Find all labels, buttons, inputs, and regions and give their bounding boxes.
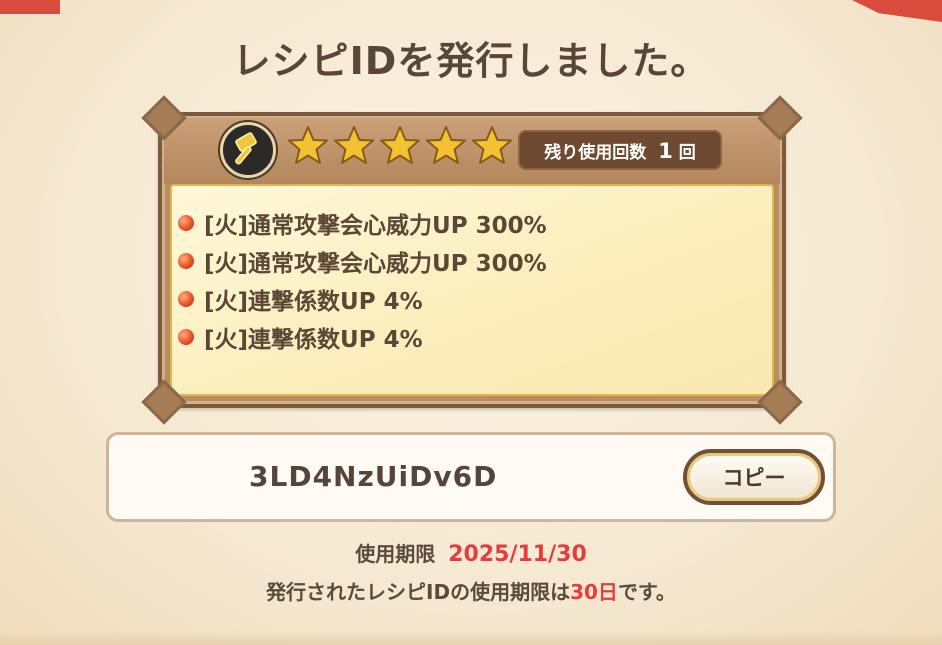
star-icon (380, 126, 420, 164)
star-icon (426, 126, 466, 164)
recipe-id-code: 3LD4NzUiDv6D (249, 460, 498, 493)
expiry-note-suffix: です。 (617, 580, 676, 604)
bottom-fade (0, 631, 942, 645)
copy-button[interactable]: コピー (683, 449, 825, 505)
expiry-note: 発行されたレシピIDの使用期限は30日です。 (0, 576, 942, 605)
corner-decoration-right (852, 0, 942, 22)
recipe-id-field: 3LD4NzUiDv6D コピー (106, 432, 836, 522)
star-icon (472, 126, 512, 164)
star-icon (288, 126, 328, 164)
effect-item: [火]連撃係数UP 4% (178, 318, 547, 356)
expiry-label: 使用期限 (355, 542, 436, 566)
expiry-note-prefix: 発行されたレシピIDの使用期限は (266, 580, 571, 604)
fire-orb-icon (178, 253, 194, 269)
remaining-uses-unit: 回 (678, 142, 696, 163)
effect-text: [火]連撃係数UP 4% (204, 289, 423, 315)
recipe-card: 残り使用回数 1 回 [火]通常攻撃会心威力UP 300% [火]通常攻撃会心威… (141, 95, 803, 425)
corner-decoration-left (0, 0, 60, 14)
fire-orb-icon (178, 215, 194, 231)
remaining-uses-badge: 残り使用回数 1 回 (518, 130, 722, 170)
effect-item: [火]通常攻撃会心威力UP 300% (178, 204, 547, 242)
effect-text: [火]通常攻撃会心威力UP 300% (204, 251, 547, 277)
remaining-uses-label: 残り使用回数 (544, 142, 647, 163)
effect-text: [火]通常攻撃会心威力UP 300% (204, 213, 547, 239)
expiry-line: 使用期限 2025/11/30 (0, 538, 942, 567)
star-icon (334, 126, 374, 164)
expiry-note-days: 30日 (570, 580, 618, 604)
hammer-icon (220, 122, 276, 178)
effect-item: [火]連撃係数UP 4% (178, 280, 547, 318)
effect-list: [火]通常攻撃会心威力UP 300% [火]通常攻撃会心威力UP 300% [火… (178, 204, 547, 356)
rarity-stars (286, 124, 514, 168)
effect-item: [火]通常攻撃会心威力UP 300% (178, 242, 547, 280)
expiry-date: 2025/11/30 (448, 542, 587, 567)
effect-text: [火]連撃係数UP 4% (204, 327, 423, 353)
remaining-uses-count: 1 (658, 138, 673, 163)
fire-orb-icon (178, 329, 194, 345)
fire-orb-icon (178, 291, 194, 307)
page-title: レシピIDを発行しました。 (232, 39, 710, 83)
